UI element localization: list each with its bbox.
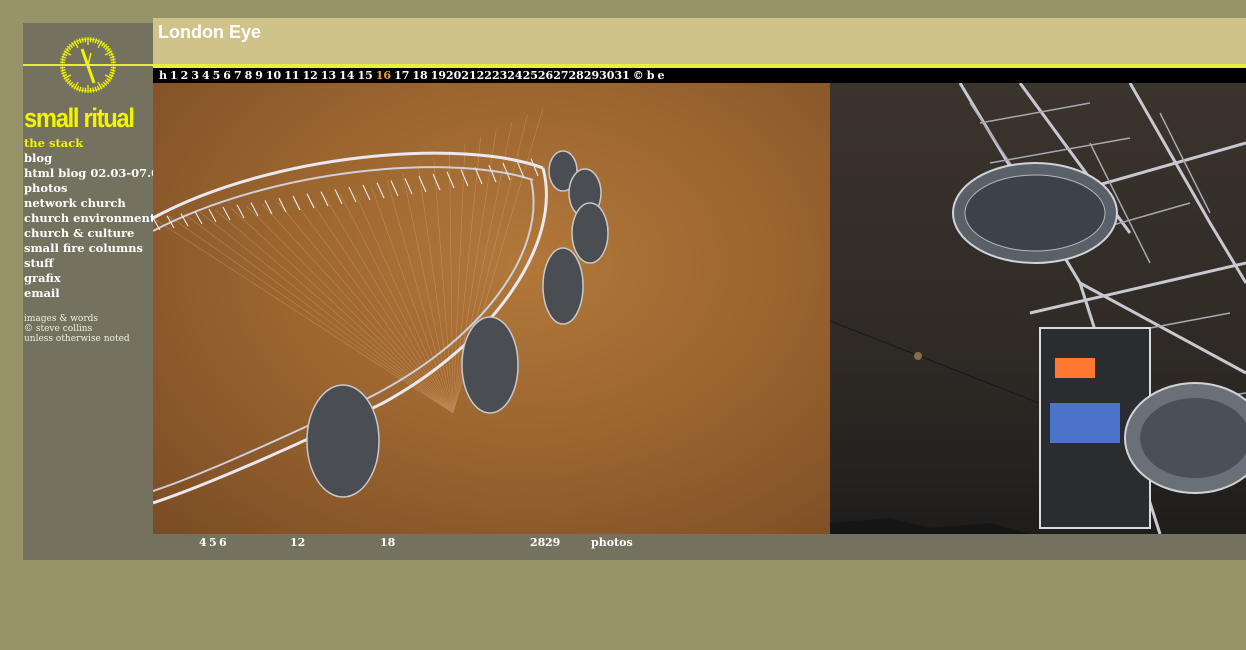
daynav-day-link[interactable]: 18: [412, 69, 427, 82]
daynav-day-link[interactable]: 28: [569, 69, 584, 82]
daynav-day-link[interactable]: 13: [321, 69, 336, 82]
bottom-day-link[interactable]: 6: [219, 536, 227, 549]
bottom-photos-link[interactable]: photos: [591, 536, 633, 549]
nav-item-grafix[interactable]: grafix: [24, 271, 167, 286]
bottom-day-link[interactable]: 12: [290, 536, 305, 549]
daynav-day-link[interactable]: 29: [584, 69, 599, 82]
capsule-pod: [461, 316, 519, 414]
daynav-day-link[interactable]: 5: [213, 69, 221, 82]
daynav-day-link[interactable]: 24: [507, 69, 522, 82]
nav-item-church-environment[interactable]: church environment: [24, 211, 167, 226]
capsule-pod: [542, 247, 584, 325]
bottom-day-link[interactable]: 28: [530, 536, 545, 549]
daynav-home-link[interactable]: h: [159, 69, 167, 82]
daynav-day-link[interactable]: 10: [266, 69, 281, 82]
nav-item-email[interactable]: email: [24, 286, 167, 301]
nav-item-photos[interactable]: photos: [24, 181, 167, 196]
daynav-day-link[interactable]: 4: [202, 69, 210, 82]
credits-line-2: © steve collins: [24, 324, 93, 334]
daynav-day-link[interactable]: 7: [234, 69, 242, 82]
bottom-day-link[interactable]: 18: [380, 536, 395, 549]
daynav-day-link[interactable]: 11: [284, 69, 299, 82]
daynav-day-link[interactable]: 19: [431, 69, 446, 82]
daynav-day-link[interactable]: 27: [553, 69, 568, 82]
nav-item-stuff[interactable]: stuff: [24, 256, 167, 271]
day-navigation: h 1 2 3 4 5 6 7 8 9 10 11 12 13 14 15 16 17 18 192021222324…: [153, 68, 1246, 83]
credits-line-1: images & words: [24, 314, 99, 324]
daynav-day-link[interactable]: 14: [339, 69, 354, 82]
capsule-pod: [306, 384, 380, 498]
site-nav: the stack blog html blog 02.03-07.04 pho…: [24, 136, 167, 301]
bottom-day-links: 4 5 6 12 18 28 29 photos: [153, 534, 1246, 560]
daynav-day-link[interactable]: 22: [477, 69, 492, 82]
daynav-day-link[interactable]: 20: [446, 69, 461, 82]
nav-item-small-fire-columns[interactable]: small fire columns: [24, 241, 167, 256]
daynav-day-link[interactable]: 26: [538, 69, 553, 82]
daynav-day-link[interactable]: 9: [255, 69, 263, 82]
bottom-day-link[interactable]: 4: [199, 536, 207, 549]
daynav-day-link[interactable]: 15: [357, 69, 372, 82]
logo-divider: [23, 64, 153, 66]
london-eye-photo-hub: [830, 83, 1246, 534]
daynav-copyright-link[interactable]: ©: [633, 69, 644, 82]
bottom-day-link[interactable]: 5: [209, 536, 217, 549]
daynav-day-link[interactable]: 21: [461, 69, 476, 82]
daynav-day-link[interactable]: 31: [614, 69, 629, 82]
nav-item-the-stack[interactable]: the stack: [24, 136, 167, 151]
nav-item-blog[interactable]: blog: [24, 151, 167, 166]
bottom-day-link[interactable]: 29: [545, 536, 560, 549]
nav-item-network-church[interactable]: network church: [24, 196, 167, 211]
capsule-pod: [571, 202, 609, 264]
daynav-day-link[interactable]: 8: [245, 69, 253, 82]
sidebar: small ritual the stack blog html blog 02…: [23, 23, 167, 560]
daynav-day-link[interactable]: 2: [181, 69, 189, 82]
daynav-day-link[interactable]: 23: [492, 69, 507, 82]
london-eye-hub-illustration: [830, 83, 1246, 534]
daynav-day-link[interactable]: 6: [223, 69, 231, 82]
daynav-day-link[interactable]: 3: [191, 69, 199, 82]
credits: images & words © steve collins unless ot…: [24, 314, 130, 344]
credits-line-3: unless otherwise noted: [24, 334, 130, 344]
london-eye-photo-wheel: [153, 83, 830, 534]
daynav-day-link[interactable]: 12: [303, 69, 318, 82]
nav-item-church-culture[interactable]: church & culture: [24, 226, 167, 241]
site-brand[interactable]: small ritual: [24, 103, 135, 134]
daynav-day-link[interactable]: 30: [599, 69, 614, 82]
daynav-day-link[interactable]: 1: [170, 69, 178, 82]
page-title: London Eye: [158, 22, 261, 42]
page-header: London Eye: [153, 18, 1246, 64]
daynav-b-link[interactable]: b: [647, 69, 655, 82]
daynav-e-link[interactable]: e: [657, 69, 664, 82]
london-eye-wheel-illustration: [153, 107, 609, 505]
daynav-day-current[interactable]: 16: [376, 69, 391, 82]
daynav-day-link[interactable]: 25: [523, 69, 538, 82]
daynav-day-link[interactable]: 17: [394, 69, 409, 82]
nav-item-html-blog[interactable]: html blog 02.03-07.04: [24, 166, 167, 181]
